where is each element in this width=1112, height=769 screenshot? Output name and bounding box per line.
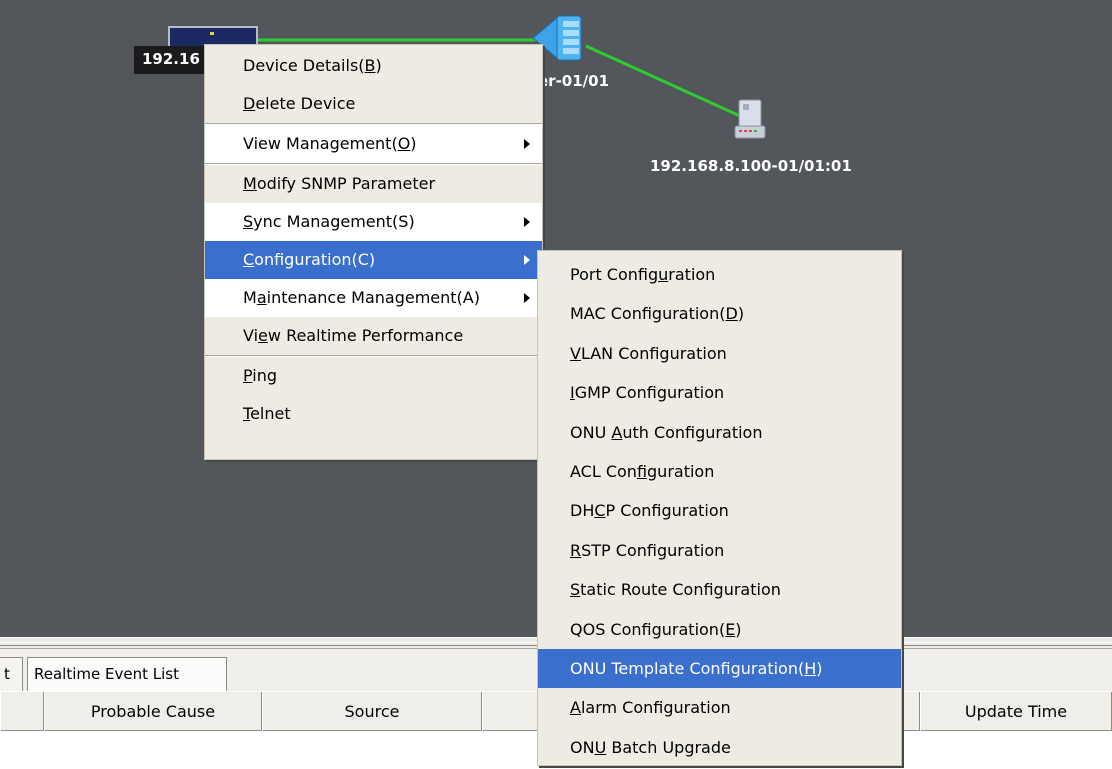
menu-item-label: Maintenance Management(A) (243, 288, 480, 307)
menu-item-label: Alarm Configuration (570, 698, 731, 718)
menu-item-configuration[interactable]: Configuration(C) (205, 241, 542, 279)
device-context-menu: Device Details(B) Delete Device View Man… (204, 44, 543, 460)
submenu-item-igmp-configuration[interactable]: IGMP Configuration (538, 373, 901, 412)
onu-device-label[interactable]: 192.168.8.100-01/01:01 (650, 157, 852, 175)
menu-item-modify-snmp-parameter[interactable]: Modify SNMP Parameter (205, 165, 542, 203)
tab-realtime-event-list[interactable]: Realtime Event List (27, 657, 227, 691)
submenu-item-acl-configuration[interactable]: ACL Configuration (538, 452, 901, 491)
menu-item-maintenance-management[interactable]: Maintenance Management(A) (205, 279, 542, 317)
submenu-item-static-route-configuration[interactable]: Static Route Configuration (538, 570, 901, 609)
submenu-item-rstp-configuration[interactable]: RSTP Configuration (538, 531, 901, 570)
menu-item-label: Sync Management(S) (243, 212, 415, 231)
column-header-update-time[interactable]: Update Time (920, 692, 1112, 732)
menu-item-sync-management[interactable]: Sync Management(S) (205, 203, 542, 241)
submenu-item-onu-template-configuration[interactable]: ONU Template Configuration(H) (538, 648, 901, 689)
submenu-item-dhcp-configuration[interactable]: DHCP Configuration (538, 491, 901, 530)
onu-device-icon[interactable] (730, 98, 770, 142)
menu-item-label: Telnet (243, 404, 291, 423)
menu-item-delete-device[interactable]: Delete Device (205, 85, 542, 123)
menu-item-label: ONU Template Configuration(H) (570, 658, 823, 678)
menu-item-view-realtime-performance[interactable]: View Realtime Performance (205, 317, 542, 355)
menu-item-label: QOS Configuration(E) (570, 619, 742, 639)
submenu-item-mac-configuration[interactable]: MAC Configuration(D) (538, 294, 901, 333)
column-header-source[interactable]: Source (262, 692, 482, 732)
menu-item-view-management[interactable]: View Management(O) (205, 125, 542, 163)
submenu-item-vlan-configuration[interactable]: VLAN Configuration (538, 334, 901, 373)
submenu-arrow-icon (524, 255, 530, 265)
menu-item-label: Static Route Configuration (570, 580, 781, 600)
menu-item-label: RSTP Configuration (570, 540, 725, 560)
splitter-device-label[interactable]: er-01/01 (538, 72, 609, 90)
menu-item-label: DHCP Configuration (570, 501, 729, 521)
menu-item-label: Configuration(C) (243, 250, 376, 269)
submenu-item-port-configuration[interactable]: Port Configuration (538, 255, 901, 294)
menu-item-device-details[interactable]: Device Details(B) (205, 47, 542, 85)
submenu-item-onu-batch-upgrade[interactable]: ONU Batch Upgrade (538, 728, 901, 767)
link-splitter-onu (585, 44, 741, 118)
column-header-0[interactable] (0, 692, 44, 732)
submenu-arrow-icon (524, 139, 530, 149)
menu-item-label: Modify SNMP Parameter (243, 174, 436, 193)
menu-item-ping[interactable]: Ping (205, 357, 542, 395)
submenu-arrow-icon (524, 293, 530, 303)
menu-item-label: ONU Auth Configuration (570, 422, 763, 442)
configuration-submenu: Port Configuration MAC Configuration(D) … (537, 250, 902, 766)
menu-item-label: ACL Configuration (570, 461, 715, 481)
menu-item-label: VLAN Configuration (570, 343, 727, 363)
menu-item-label: MAC Configuration(D) (570, 304, 745, 324)
menu-item-label: View Realtime Performance (243, 326, 464, 345)
menu-item-telnet[interactable]: Telnet (205, 395, 542, 433)
menu-item-label: ONU Batch Upgrade (570, 737, 731, 757)
menu-item-label: Port Configuration (570, 265, 716, 284)
column-header-probable-cause[interactable]: Probable Cause (44, 692, 262, 732)
submenu-item-onu-auth-configuration[interactable]: ONU Auth Configuration (538, 413, 901, 452)
tab-previous-partial[interactable]: t (0, 657, 23, 691)
olt-led (210, 32, 214, 35)
submenu-item-qos-configuration[interactable]: QOS Configuration(E) (538, 610, 901, 649)
submenu-arrow-icon (524, 217, 530, 227)
olt-device-label[interactable]: 192.16 (134, 46, 206, 74)
submenu-item-alarm-configuration[interactable]: Alarm Configuration (538, 688, 901, 727)
menu-item-label: View Management(O) (243, 134, 417, 153)
menu-item-label: Device Details(B) (243, 56, 382, 75)
menu-item-label: IGMP Configuration (570, 383, 725, 403)
menu-item-label: Ping (243, 366, 278, 385)
menu-item-label: Delete Device (243, 94, 356, 113)
